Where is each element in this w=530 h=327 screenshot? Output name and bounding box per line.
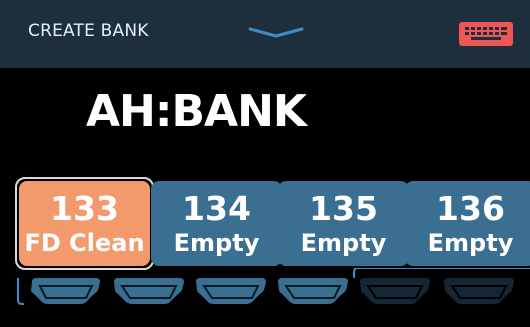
patch-name: Empty [173, 229, 260, 257]
footswitch-icon[interactable] [360, 278, 430, 304]
chevron-down-icon[interactable] [248, 24, 304, 40]
patch-button-133[interactable]: 133 FD Clean [19, 181, 150, 266]
header-bar: CREATE BANK [0, 0, 530, 68]
footswitch-icon[interactable] [114, 278, 184, 304]
keyboard-icon[interactable] [459, 22, 513, 46]
patch-name: Empty [300, 229, 387, 257]
bank-name[interactable]: AH:BANK [86, 86, 307, 137]
footswitch-bracket-left [17, 278, 24, 305]
footswitch-icon[interactable] [444, 278, 514, 304]
patch-button-135[interactable]: 135 Empty [278, 181, 409, 266]
footswitch-row [17, 268, 530, 305]
footswitch-bracket-right [353, 268, 530, 278]
patch-number: 136 [436, 189, 505, 228]
keyboard-icon-graphic [460, 23, 512, 45]
footswitch-icon[interactable] [196, 278, 266, 304]
patch-button-136[interactable]: 136 Empty [405, 181, 530, 266]
screen-title: CREATE BANK [28, 21, 149, 41]
patch-button-134[interactable]: 134 Empty [151, 181, 282, 266]
patch-number: 134 [182, 189, 251, 228]
footswitch-icon[interactable] [31, 278, 100, 304]
patch-name: FD Clean [24, 229, 145, 257]
patch-name: Empty [427, 229, 514, 257]
footswitch-icon[interactable] [278, 278, 348, 304]
patch-number: 135 [309, 189, 378, 228]
patch-number: 133 [50, 189, 119, 228]
